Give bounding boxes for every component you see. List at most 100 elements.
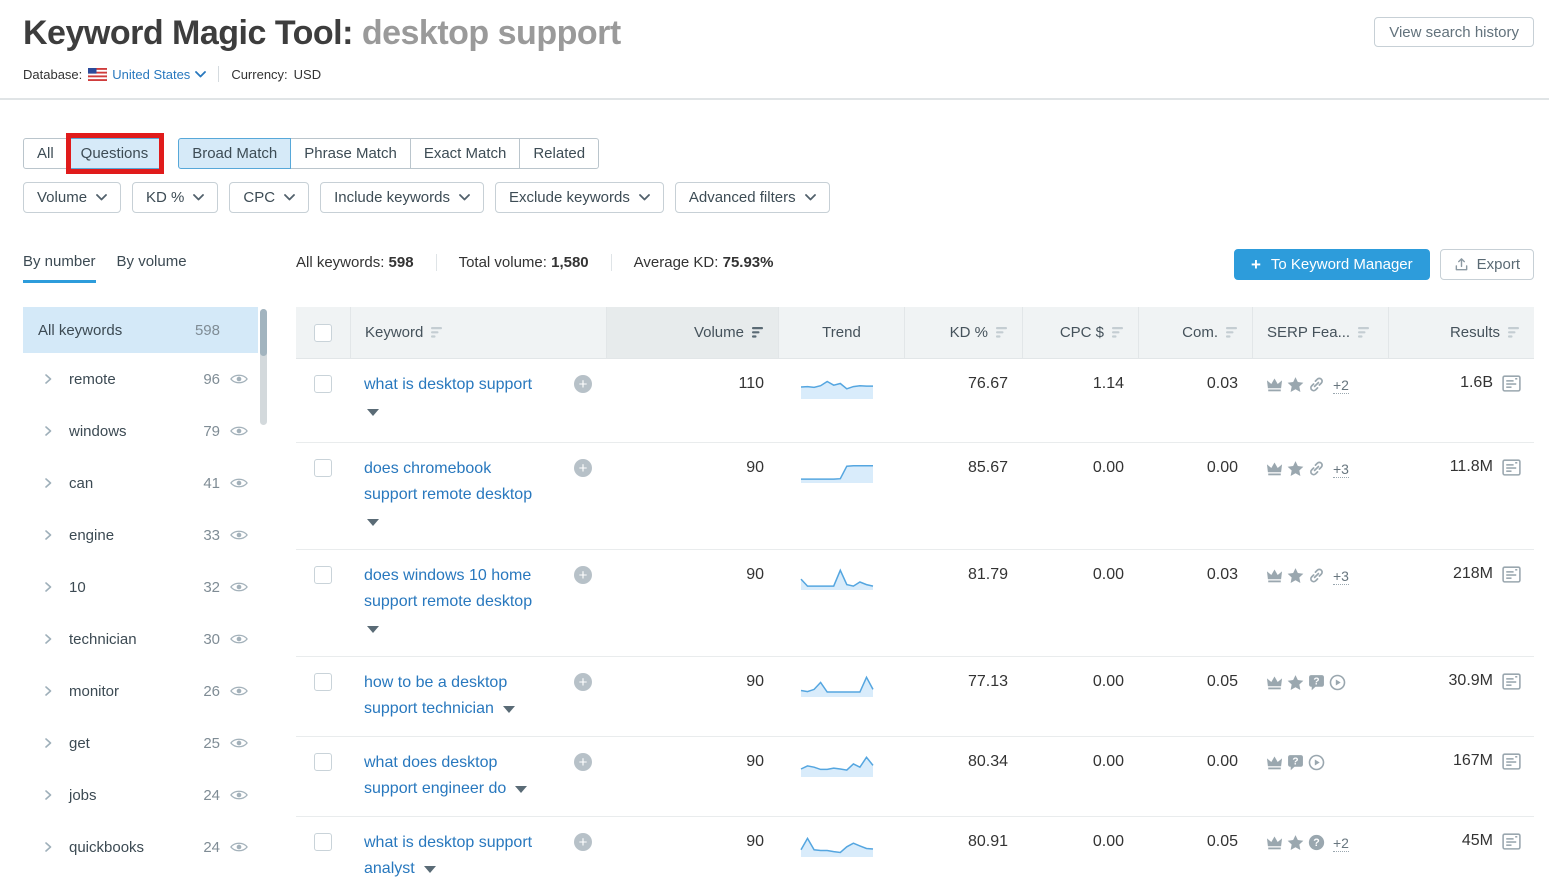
header-select-all <box>296 307 350 358</box>
column-header-volume[interactable]: Volume <box>606 307 778 358</box>
sidebar-item-technician[interactable]: technician30 <box>23 613 258 665</box>
tab-broad-match[interactable]: Broad Match <box>178 138 291 169</box>
serp-doc-icon[interactable] <box>1501 457 1522 478</box>
row-checkbox[interactable] <box>314 753 332 771</box>
eye-icon[interactable] <box>230 685 248 697</box>
eye-icon[interactable] <box>230 477 248 489</box>
sort-icon[interactable] <box>1112 327 1124 338</box>
filter-include-keywords[interactable]: Include keywords <box>320 182 484 213</box>
eye-icon[interactable] <box>230 373 248 385</box>
filter-volume[interactable]: Volume <box>23 182 121 213</box>
sidebar-item-monitor[interactable]: monitor26 <box>23 665 258 717</box>
serp-more-link[interactable]: +2 <box>1333 835 1349 852</box>
to-keyword-manager-button[interactable]: +To Keyword Manager <box>1234 249 1430 280</box>
row-checkbox[interactable] <box>314 833 332 851</box>
view-tab-by-number[interactable]: By number <box>23 253 96 283</box>
column-label: CPC $ <box>1060 324 1104 341</box>
results-value: 167M <box>1453 752 1493 770</box>
eye-icon[interactable] <box>230 737 248 749</box>
row-checkbox[interactable] <box>314 673 332 691</box>
crown-icon <box>1266 674 1283 691</box>
database-selector[interactable]: United States <box>112 67 206 82</box>
filter-kd[interactable]: KD % <box>132 182 218 213</box>
export-button[interactable]: Export <box>1440 249 1534 280</box>
expand-caret-icon[interactable] <box>367 626 379 633</box>
column-header-cpc[interactable]: CPC $ <box>1022 307 1138 358</box>
select-all-checkbox[interactable] <box>314 324 332 342</box>
sidebar-item-remote[interactable]: remote96 <box>23 353 258 405</box>
tab-all[interactable]: All <box>23 138 68 169</box>
column-header-results[interactable]: Results <box>1388 307 1534 358</box>
serp-more-link[interactable]: +2 <box>1333 377 1349 394</box>
add-keyword-button[interactable]: + <box>574 566 592 584</box>
group-count: 96 <box>203 371 220 388</box>
serp-doc-icon[interactable] <box>1501 373 1522 394</box>
volume-cell: 90 <box>606 737 778 816</box>
sidebar-scrollbar[interactable] <box>260 309 267 425</box>
expand-caret-icon[interactable] <box>424 866 436 873</box>
serp-doc-icon[interactable] <box>1501 751 1522 772</box>
filter-exclude-keywords[interactable]: Exclude keywords <box>495 182 664 213</box>
sort-icon[interactable] <box>431 327 443 338</box>
filter-advanced-filters[interactable]: Advanced filters <box>675 182 830 213</box>
sort-icon[interactable] <box>1358 327 1370 338</box>
tab-exact-match[interactable]: Exact Match <box>410 138 521 169</box>
add-keyword-button[interactable]: + <box>574 673 592 691</box>
sort-icon[interactable] <box>1226 327 1238 338</box>
eye-icon[interactable] <box>230 581 248 593</box>
keyword-link[interactable]: what is desktop supportanalyst <box>364 834 532 877</box>
add-keyword-button[interactable]: + <box>574 753 592 771</box>
sidebar-all-label: All keywords <box>38 322 122 339</box>
keyword-link[interactable]: how to be a desktopsupport technician <box>364 674 515 717</box>
eye-icon[interactable] <box>230 789 248 801</box>
sidebar-item-can[interactable]: can41 <box>23 457 258 509</box>
expand-caret-icon[interactable] <box>367 519 379 526</box>
sidebar-item-jobs[interactable]: jobs24 <box>23 769 258 821</box>
view-tab-by-volume[interactable]: By volume <box>117 253 187 283</box>
row-checkbox[interactable] <box>314 459 332 477</box>
eye-icon[interactable] <box>230 633 248 645</box>
tab-questions[interactable]: Questions <box>67 138 163 169</box>
add-keyword-button[interactable]: + <box>574 833 592 851</box>
serp-doc-icon[interactable] <box>1501 831 1522 852</box>
add-keyword-button[interactable]: + <box>574 459 592 477</box>
column-header-trend[interactable]: Trend <box>778 307 904 358</box>
keyword-link[interactable]: does chromebooksupport remote desktop <box>364 460 532 503</box>
serp-more-link[interactable]: +3 <box>1333 461 1349 478</box>
column-header-com[interactable]: Com. <box>1138 307 1252 358</box>
view-search-history-button[interactable]: View search history <box>1374 17 1534 47</box>
keyword-link[interactable]: does windows 10 homesupport remote deskt… <box>364 567 532 610</box>
row-checkbox[interactable] <box>314 566 332 584</box>
expand-caret-icon[interactable] <box>515 786 527 793</box>
keyword-link[interactable]: what is desktop support <box>364 376 532 393</box>
column-header-kd[interactable]: KD % <box>904 307 1022 358</box>
sidebar-item-engine[interactable]: engine33 <box>23 509 258 561</box>
column-header-keyword[interactable]: Keyword <box>350 307 606 358</box>
eye-icon[interactable] <box>230 841 248 853</box>
expand-caret-icon[interactable] <box>367 409 379 416</box>
sidebar-item-windows[interactable]: windows79 <box>23 405 258 457</box>
row-checkbox[interactable] <box>314 375 332 393</box>
expand-caret-icon[interactable] <box>503 706 515 713</box>
tab-related[interactable]: Related <box>519 138 599 169</box>
eye-icon[interactable] <box>230 425 248 437</box>
tab-phrase-match[interactable]: Phrase Match <box>290 138 411 169</box>
sort-icon[interactable] <box>1508 327 1520 338</box>
sidebar-item-get[interactable]: get25 <box>23 717 258 769</box>
serp-doc-icon[interactable] <box>1501 671 1522 692</box>
sidebar-scrollbar-thumb[interactable] <box>260 309 267 356</box>
keyword-link[interactable]: what does desktopsupport engineer do <box>364 754 527 797</box>
serp-doc-icon[interactable] <box>1501 564 1522 585</box>
column-header-serp-features[interactable]: SERP Fea... <box>1252 307 1388 358</box>
sidebar-item-10[interactable]: 1032 <box>23 561 258 613</box>
sort-icon[interactable] <box>996 327 1008 338</box>
controls-row: By numberBy volume All keywords: 598Tota… <box>23 253 1534 283</box>
sidebar-item-all-keywords[interactable]: All keywords598 <box>23 307 258 353</box>
sort-icon[interactable] <box>752 327 764 338</box>
serp-more-link[interactable]: +3 <box>1333 568 1349 585</box>
sidebar-item-quickbooks[interactable]: quickbooks24 <box>23 821 258 873</box>
add-keyword-button[interactable]: + <box>574 375 592 393</box>
filter-cpc[interactable]: CPC <box>229 182 309 213</box>
eye-icon[interactable] <box>230 529 248 541</box>
column-label: Volume <box>694 324 744 341</box>
